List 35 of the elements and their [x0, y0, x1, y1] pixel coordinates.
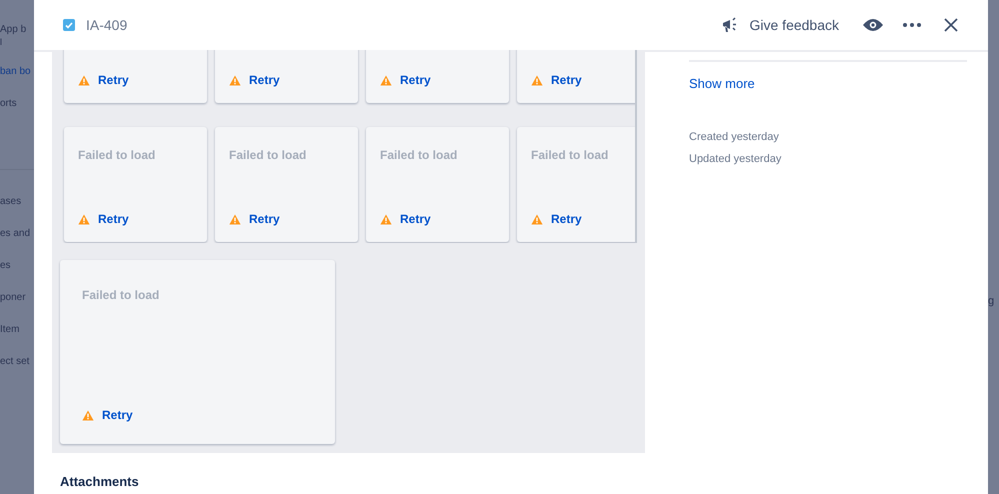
- error-message: Failed to load: [380, 147, 458, 164]
- updated-date: Updated yesterday: [689, 152, 782, 167]
- attachments-heading: Attachments: [60, 473, 140, 491]
- retry-button[interactable]: Retry: [400, 210, 431, 228]
- error-message: Failed to load: [229, 147, 308, 164]
- close-icon[interactable]: [944, 18, 958, 32]
- warning-icon: [531, 74, 543, 86]
- retry-button[interactable]: Retry: [249, 71, 280, 89]
- retry-button[interactable]: Retry: [249, 210, 280, 228]
- error-message: Failed to load: [82, 287, 160, 304]
- sidebar-item-subtext: l: [0, 37, 2, 47]
- retry-button[interactable]: Retry: [98, 71, 129, 89]
- retry-button[interactable]: Retry: [551, 210, 582, 228]
- check-icon: [65, 22, 73, 28]
- warning-icon: [78, 74, 90, 86]
- warning-icon: [380, 214, 392, 224]
- retry-button[interactable]: Retry: [98, 210, 129, 228]
- show-more-link[interactable]: Show more: [689, 74, 967, 94]
- warning-icon: [78, 214, 90, 224]
- retry-button[interactable]: Retry: [400, 71, 431, 89]
- retry-button[interactable]: Retry: [551, 71, 582, 89]
- more-icon[interactable]: [903, 23, 921, 27]
- error-message: Failed to load: [78, 147, 156, 164]
- warning-icon: [531, 214, 543, 224]
- warning-icon: [229, 214, 241, 224]
- error-message: Failed to load: [531, 147, 610, 164]
- background-text: g: [988, 295, 994, 307]
- warning-icon: [380, 74, 392, 86]
- created-date: Created yesterday: [689, 130, 780, 144]
- give-feedback-button[interactable]: Give feedback: [722, 14, 839, 36]
- retry-button[interactable]: Retry: [102, 406, 133, 424]
- warning-icon: [229, 74, 241, 86]
- warning-icon: [82, 410, 94, 420]
- issue-key-link[interactable]: IA-409: [86, 14, 128, 36]
- eye-icon[interactable]: [863, 18, 883, 32]
